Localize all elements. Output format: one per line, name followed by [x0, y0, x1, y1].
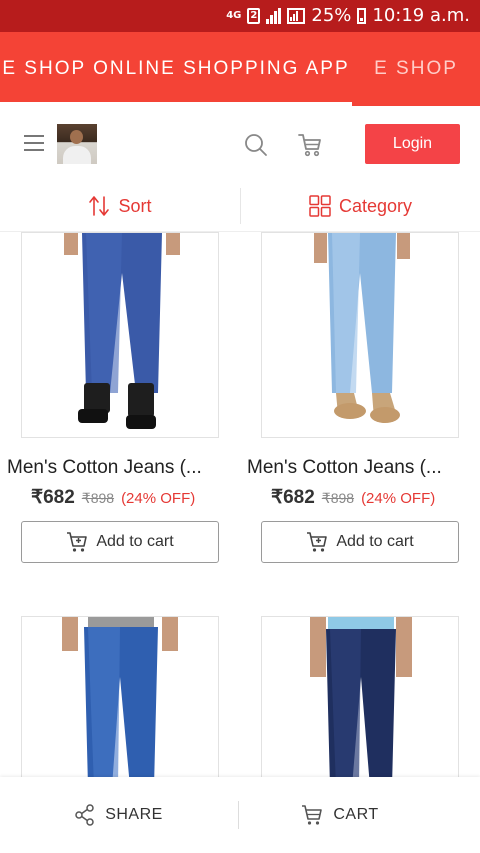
category-grid-icon [309, 195, 331, 217]
battery-icon [357, 7, 367, 24]
category-label: Category [338, 195, 413, 216]
cart-button[interactable]: CART [240, 777, 440, 853]
sort-icon [89, 196, 110, 216]
add-to-cart-button[interactable]: Add to cart [21, 521, 219, 563]
product-name[interactable]: Men's Cotton Jeans (... [247, 457, 477, 479]
price: ₹682 [31, 487, 75, 508]
cart-plus-icon [67, 532, 88, 552]
clock: 10:19 a.m. [372, 5, 470, 26]
price-row: ₹682 ₹898 (24% OFF) [31, 486, 195, 509]
network-type: 4G [226, 9, 242, 21]
cart-plus-icon [307, 532, 328, 552]
add-to-cart-button[interactable]: Add to cart [261, 521, 459, 563]
discount-badge: (24% OFF) [361, 490, 436, 507]
hamburger-icon[interactable] [24, 135, 44, 151]
product-image[interactable] [21, 232, 219, 438]
category-button[interactable]: Category [241, 180, 480, 232]
share-label: SHARE [105, 806, 163, 823]
status-icons: 4G 2 25% 10:19 a.m. [226, 5, 470, 26]
cart-label: CART [333, 806, 379, 823]
app-tab-bar: E SHOP ONLINE SHOPPING APP E SHOP [0, 32, 480, 106]
cart-icon[interactable] [297, 132, 323, 158]
sort-category-bar: Sort Category [0, 180, 480, 232]
product-name[interactable]: Men's Cotton Jeans (... [7, 457, 237, 479]
product-image[interactable] [261, 616, 459, 786]
original-price: ₹898 [81, 490, 115, 506]
product-image[interactable] [21, 616, 219, 786]
product-image[interactable] [261, 232, 459, 438]
price: ₹682 [271, 487, 315, 508]
discount-badge: (24% OFF) [121, 490, 196, 507]
battery-percent: 25% [311, 5, 352, 26]
share-icon [75, 804, 94, 826]
divider [238, 801, 239, 829]
sort-button[interactable]: Sort [0, 180, 240, 232]
original-price: ₹898 [321, 490, 355, 506]
add-to-cart-label: Add to cart [96, 533, 174, 550]
login-button[interactable]: Login [365, 124, 460, 164]
tab-eshop[interactable]: E SHOP [352, 32, 480, 106]
sort-label: Sort [118, 195, 152, 216]
add-to-cart-label: Add to cart [336, 533, 414, 550]
avatar[interactable] [57, 124, 97, 164]
status-bar: 4G 2 25% 10:19 a.m. [0, 0, 480, 32]
price-row: ₹682 ₹898 (24% OFF) [271, 486, 435, 509]
signal-icon [266, 7, 282, 24]
signal-sim2-icon [287, 7, 306, 24]
sim-icon: 2 [247, 7, 261, 24]
tab-eshop-online[interactable]: E SHOP ONLINE SHOPPING APP [0, 32, 352, 106]
search-icon[interactable] [244, 133, 268, 157]
bottom-action-bar: SHARE CART [0, 777, 480, 853]
share-button[interactable]: SHARE [0, 777, 238, 853]
cart-icon [302, 805, 323, 825]
toolbar: Login [0, 106, 480, 180]
